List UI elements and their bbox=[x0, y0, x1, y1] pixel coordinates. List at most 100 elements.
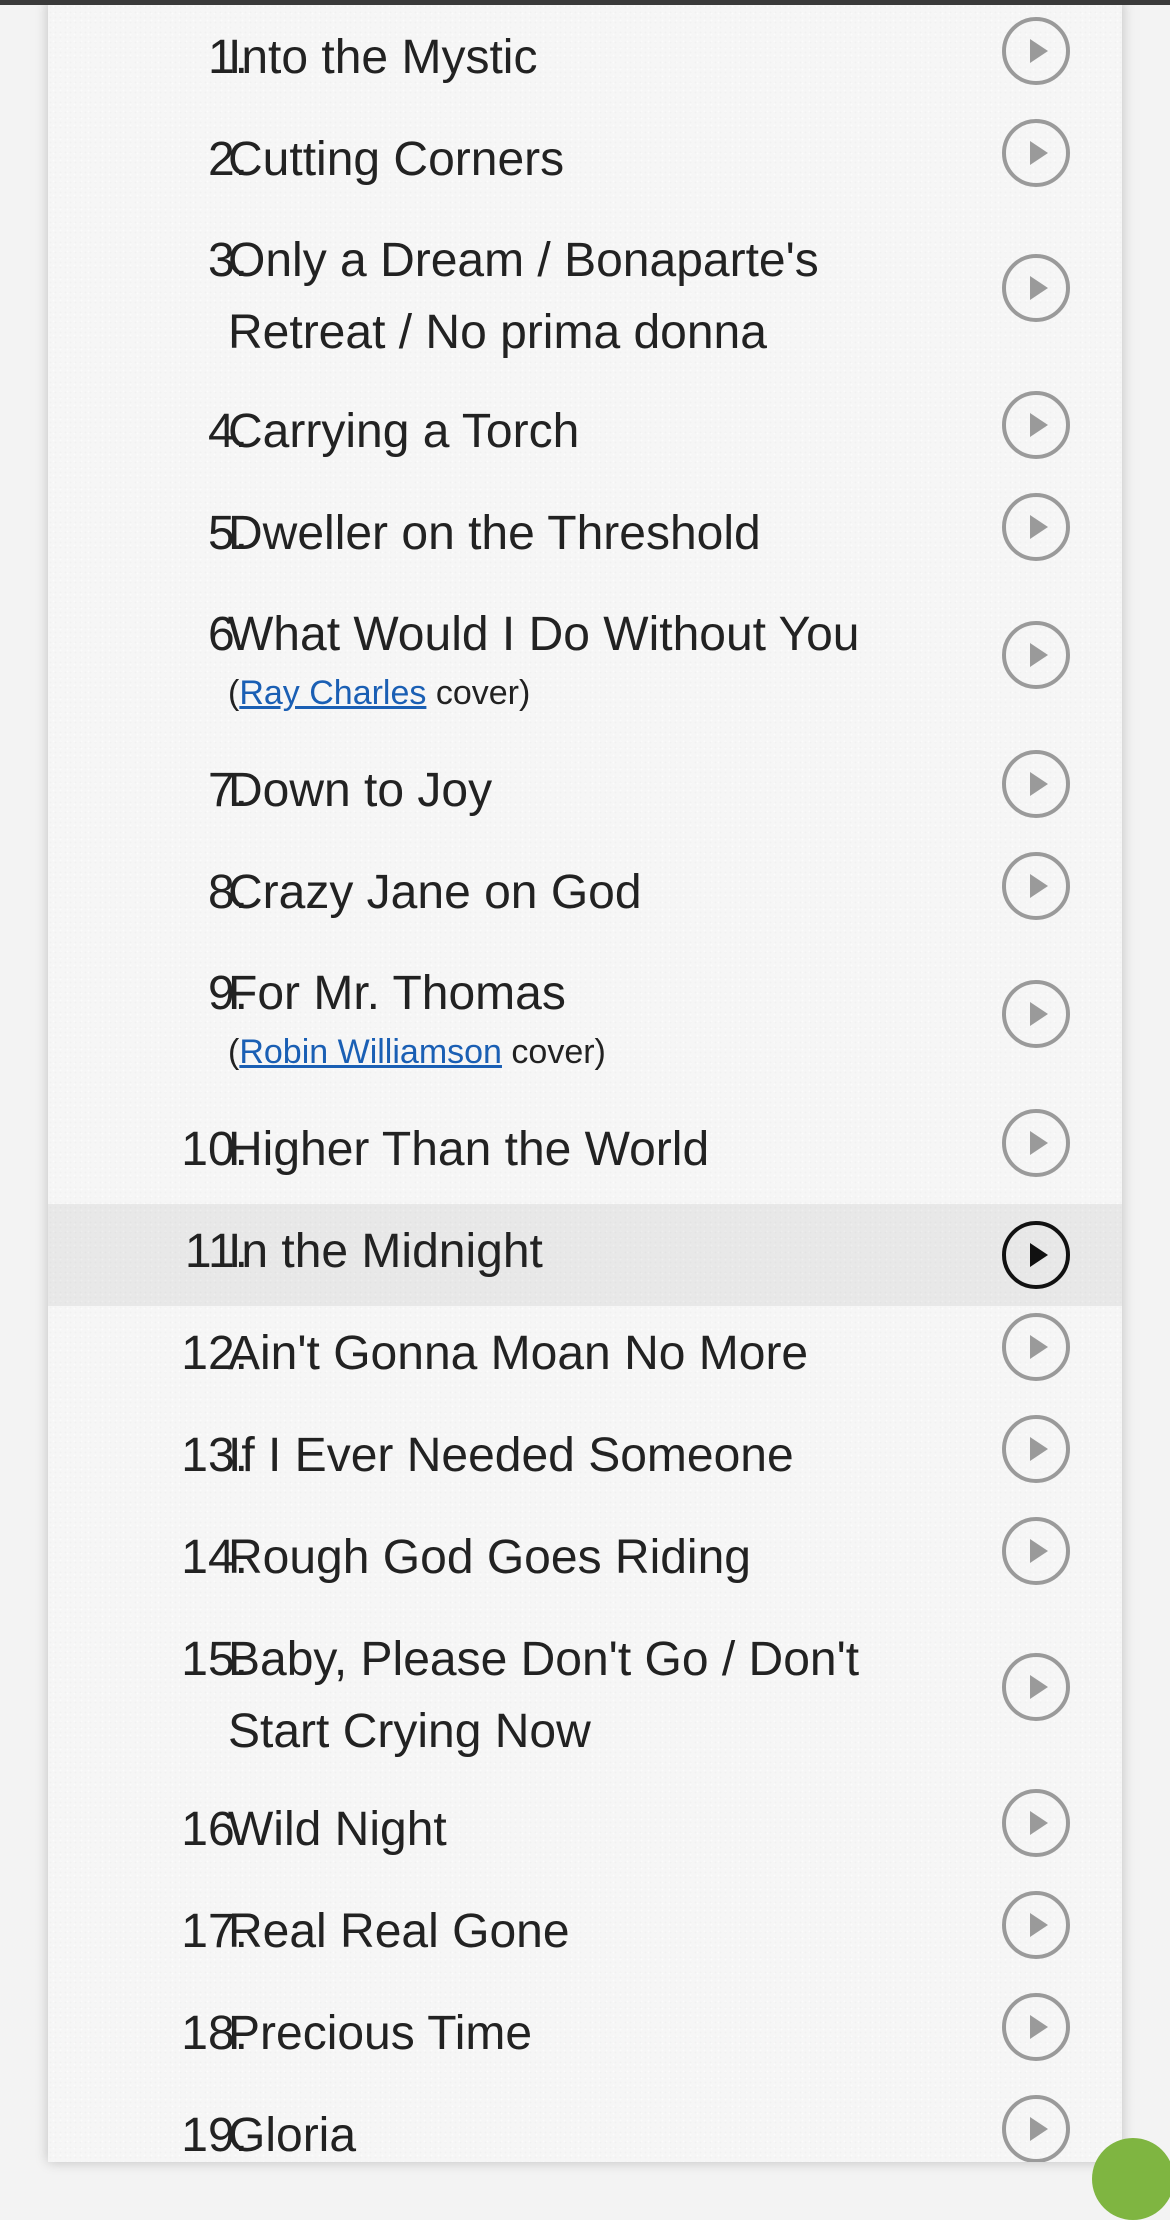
track-title-line: Higher Than the World bbox=[228, 1123, 710, 1176]
play-icon bbox=[1030, 1131, 1048, 1155]
track-row[interactable]: 19. Gloria bbox=[48, 2078, 1122, 2162]
cover-suffix: cover) bbox=[426, 674, 531, 712]
track-title: Higher Than the World bbox=[228, 1114, 988, 1186]
track-row[interactable]: 13. If I Ever Needed Someone bbox=[48, 1398, 1122, 1500]
track-row[interactable]: 4. Carrying a Torch bbox=[48, 374, 1122, 476]
track-title-line: Wild Night bbox=[228, 1803, 447, 1856]
track-row[interactable]: 18. Precious Time bbox=[48, 1976, 1122, 2078]
play-button[interactable] bbox=[1002, 119, 1070, 187]
track-row[interactable]: 16. Wild Night bbox=[48, 1772, 1122, 1874]
play-icon bbox=[1030, 874, 1048, 898]
track-row[interactable]: 7. Down to Joy bbox=[48, 733, 1122, 835]
cover-open-paren: ( bbox=[228, 674, 240, 712]
track-title-line: Crazy Jane on God bbox=[228, 866, 642, 919]
track-row[interactable]: 17. Real Real Gone bbox=[48, 1874, 1122, 1976]
track-title-line: Retreat / No prima donna bbox=[228, 306, 767, 359]
track-title-line: Carrying a Torch bbox=[228, 405, 580, 458]
track-row[interactable]: 9. For Mr. Thomas (Robin Williamson cover) bbox=[48, 936, 1122, 1092]
track-title-line: In the Midnight bbox=[228, 1225, 543, 1278]
play-icon bbox=[1030, 1437, 1048, 1461]
play-icon bbox=[1030, 1811, 1048, 1835]
play-icon bbox=[1030, 413, 1048, 437]
track-title: Cutting Corners bbox=[228, 124, 988, 196]
track-title: Baby, Please Don't Go / Don't Start Cryin… bbox=[228, 1624, 988, 1768]
track-title: If I Ever Needed Someone bbox=[228, 1420, 988, 1492]
floating-action-badge[interactable] bbox=[1092, 2138, 1170, 2220]
play-button[interactable] bbox=[1002, 750, 1070, 818]
play-button[interactable] bbox=[1002, 980, 1070, 1048]
play-icon bbox=[1030, 1002, 1048, 1026]
track-row[interactable]: 8. Crazy Jane on God bbox=[48, 835, 1122, 937]
cover-note: (Ray Charles cover) bbox=[228, 671, 530, 715]
track-title: Gloria bbox=[228, 2100, 988, 2162]
play-button[interactable] bbox=[1002, 17, 1070, 85]
track-title: Wild Night bbox=[228, 1794, 988, 1866]
cover-artist-link[interactable]: Ray Charles bbox=[239, 674, 426, 712]
cover-note: (Robin Williamson cover) bbox=[228, 1030, 606, 1074]
track-title: Ain't Gonna Moan No More bbox=[228, 1318, 988, 1390]
track-title: Precious Time bbox=[228, 1998, 988, 2070]
play-icon bbox=[1030, 772, 1048, 796]
track-title-line: Dweller on the Threshold bbox=[228, 507, 761, 560]
track-title: Rough God Goes Riding bbox=[228, 1522, 988, 1594]
cover-open-paren: ( bbox=[228, 1033, 240, 1071]
track-title: Into the Mystic bbox=[228, 22, 988, 94]
track-title-line: If I Ever Needed Someone bbox=[228, 1429, 794, 1482]
track-row[interactable]: 11. In the Midnight bbox=[48, 1204, 1122, 1306]
play-button[interactable] bbox=[1002, 621, 1070, 689]
play-button[interactable] bbox=[1002, 2095, 1070, 2162]
track-title-line: Rough God Goes Riding bbox=[228, 1531, 751, 1584]
track-title: For Mr. Thomas bbox=[228, 958, 988, 1030]
tracklist-panel: 1. Into the Mystic 2. Cutting Corners 3. Only… bbox=[48, 0, 1122, 2162]
play-icon bbox=[1030, 1243, 1048, 1267]
track-row[interactable]: 6. What Would I Do Without You (Ray Charle… bbox=[48, 577, 1122, 733]
play-button[interactable] bbox=[1002, 1993, 1070, 2061]
play-button[interactable] bbox=[1002, 1891, 1070, 1959]
play-icon bbox=[1030, 2117, 1048, 2141]
play-button[interactable] bbox=[1002, 1313, 1070, 1381]
track-row[interactable]: 3. Only a Dream / Bonaparte's Retreat / No… bbox=[48, 203, 1122, 373]
play-icon bbox=[1030, 1913, 1048, 1937]
play-button[interactable] bbox=[1002, 254, 1070, 322]
cover-artist-link[interactable]: Robin Williamson bbox=[239, 1033, 502, 1071]
track-title-line: Precious Time bbox=[228, 2007, 533, 2060]
track-row[interactable]: 5. Dweller on the Threshold bbox=[48, 476, 1122, 578]
track-title: What Would I Do Without You bbox=[228, 599, 988, 671]
track-title-line: Baby, Please Don't Go / Don't bbox=[228, 1633, 860, 1686]
track-title: Crazy Jane on God bbox=[228, 857, 988, 929]
track-title-line: Real Real Gone bbox=[228, 1905, 570, 1958]
play-button[interactable] bbox=[1002, 391, 1070, 459]
play-icon bbox=[1030, 141, 1048, 165]
top-bar bbox=[0, 0, 1170, 5]
play-button[interactable] bbox=[1002, 852, 1070, 920]
play-button[interactable] bbox=[1002, 493, 1070, 561]
play-button[interactable] bbox=[1002, 1653, 1070, 1721]
track-title: Real Real Gone bbox=[228, 1896, 988, 1968]
track-title-line: What Would I Do Without You bbox=[228, 608, 860, 661]
track-title: In the Midnight bbox=[228, 1216, 988, 1288]
track-title: Only a Dream / Bonaparte's Retreat / No p… bbox=[228, 225, 988, 369]
track-title-line: Cutting Corners bbox=[228, 133, 565, 186]
play-icon bbox=[1030, 1675, 1048, 1699]
track-row[interactable]: 14. Rough God Goes Riding bbox=[48, 1500, 1122, 1602]
play-button[interactable] bbox=[1002, 1517, 1070, 1585]
track-title-line: Only a Dream / Bonaparte's bbox=[228, 234, 819, 287]
track-row[interactable]: 12. Ain't Gonna Moan No More bbox=[48, 1296, 1122, 1398]
track-title-line: Down to Joy bbox=[228, 764, 493, 817]
play-icon bbox=[1030, 1335, 1048, 1359]
track-row[interactable]: 10. Higher Than the World bbox=[48, 1092, 1122, 1194]
play-icon bbox=[1030, 643, 1048, 667]
track-title-line: Ain't Gonna Moan No More bbox=[228, 1327, 809, 1380]
play-button[interactable] bbox=[1002, 1789, 1070, 1857]
play-button[interactable] bbox=[1002, 1415, 1070, 1483]
play-icon bbox=[1030, 1539, 1048, 1563]
track-title: Down to Joy bbox=[228, 755, 988, 827]
track-row[interactable]: 15. Baby, Please Don't Go / Don't Start Cr… bbox=[48, 1602, 1122, 1772]
cover-suffix: cover) bbox=[501, 1033, 606, 1071]
track-title-line: Start Crying Now bbox=[228, 1705, 591, 1758]
play-icon bbox=[1030, 2015, 1048, 2039]
track-row[interactable]: 2. Cutting Corners bbox=[48, 102, 1122, 204]
play-button[interactable] bbox=[1002, 1109, 1070, 1177]
track-row[interactable]: 1. Into the Mystic bbox=[48, 0, 1122, 102]
play-button[interactable] bbox=[1002, 1221, 1070, 1289]
